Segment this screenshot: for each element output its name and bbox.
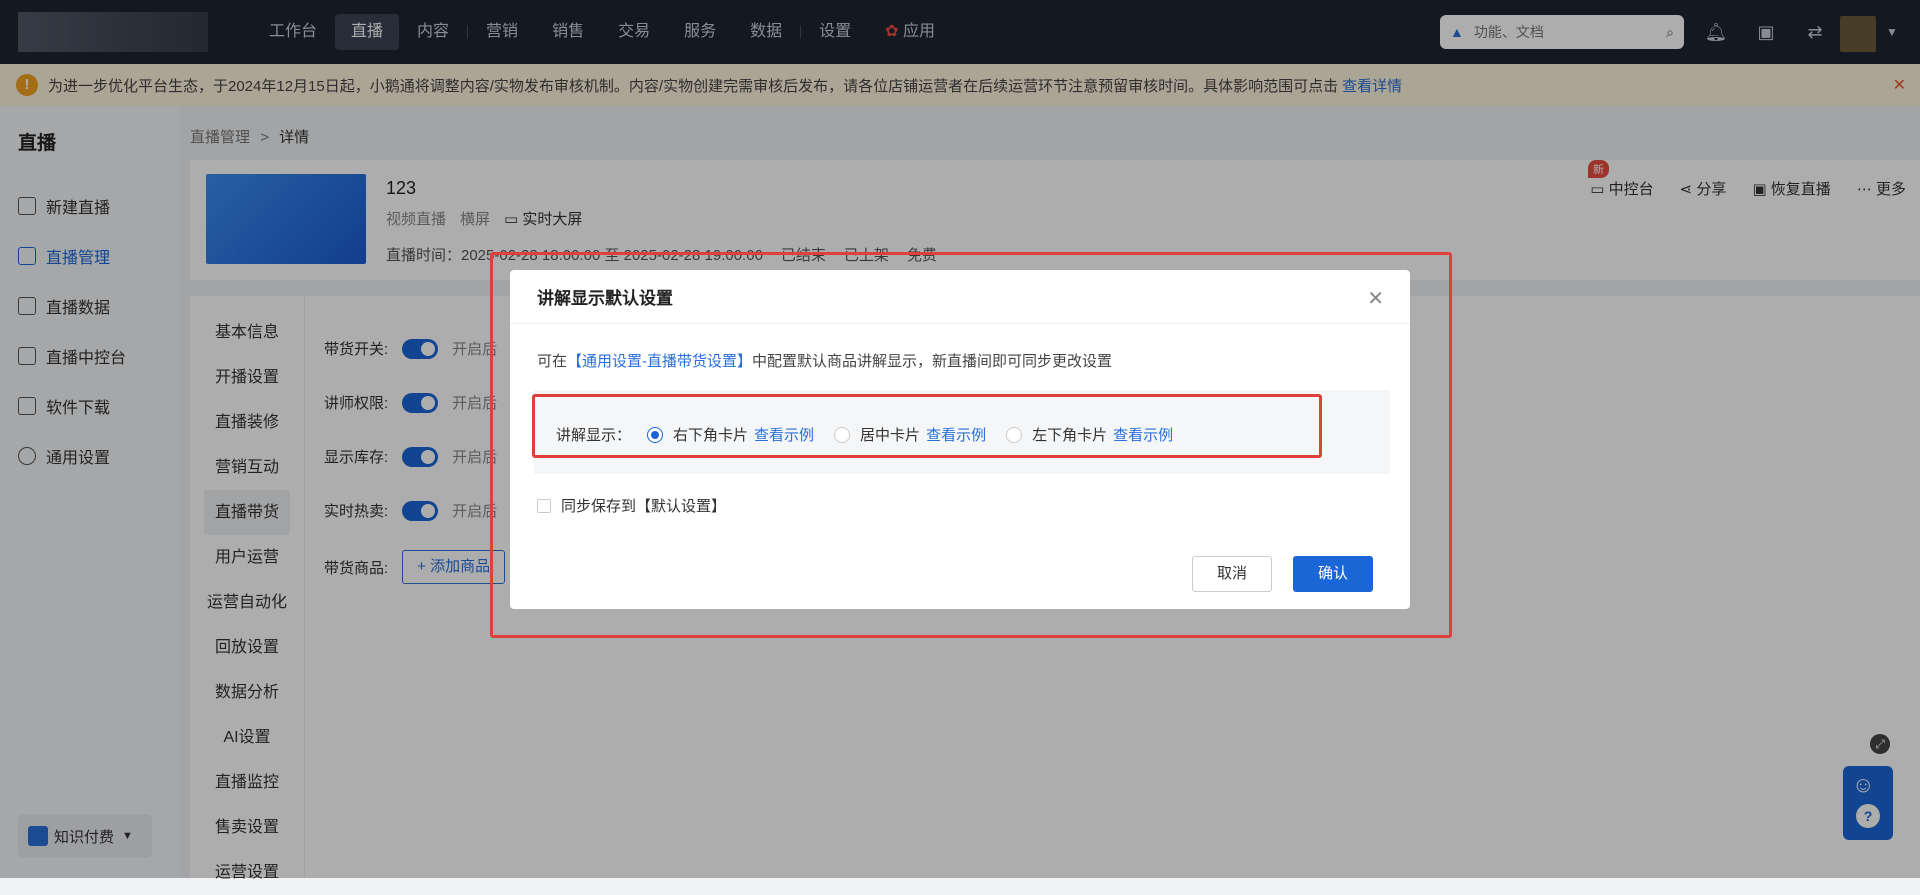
checkbox[interactable] xyxy=(537,498,551,513)
settings-link[interactable]: 【通用设置-直播带货设置】 xyxy=(567,353,752,370)
display-label: 讲解显示： xyxy=(556,427,632,444)
sync-default-checkbox[interactable]: 同步保存到【默认设置】 xyxy=(537,495,726,516)
option-label: 左下角卡片 xyxy=(1032,427,1108,444)
explain-display-dialog: 讲解显示默认设置 ✕ 可在【通用设置-直播带货设置】中配置默认商品讲解显示，新直… xyxy=(510,270,1410,609)
view-example-link[interactable]: 查看示例 xyxy=(754,424,814,445)
display-options: 讲解显示： 右下角卡片 查看示例 居中卡片 查看示例 左下角卡片 查看示例 xyxy=(556,424,1193,445)
radio-button[interactable] xyxy=(1006,426,1023,443)
close-icon[interactable]: ✕ xyxy=(1367,286,1384,311)
view-example-link[interactable]: 查看示例 xyxy=(1113,424,1173,445)
dialog-title: 讲解显示默认设置 xyxy=(510,270,1410,324)
cancel-button[interactable]: 取消 xyxy=(1192,556,1273,592)
desc-suffix: 中配置默认商品讲解显示，新直播间即可同步更改设置 xyxy=(752,353,1113,370)
desc-prefix: 可在 xyxy=(537,353,568,370)
option-bottom-right[interactable]: 右下角卡片 查看示例 xyxy=(647,424,814,445)
checkbox-label: 同步保存到【默认设置】 xyxy=(561,498,727,515)
option-label: 居中卡片 xyxy=(860,427,921,444)
confirm-button[interactable]: 确认 xyxy=(1293,556,1374,592)
view-example-link[interactable]: 查看示例 xyxy=(926,424,986,445)
radio-button[interactable] xyxy=(834,426,851,443)
dialog-description: 可在【通用设置-直播带货设置】中配置默认商品讲解显示，新直播间即可同步更改设置 xyxy=(537,350,1112,371)
option-center[interactable]: 居中卡片 查看示例 xyxy=(834,424,986,445)
option-label: 右下角卡片 xyxy=(673,427,749,444)
radio-button-checked[interactable] xyxy=(647,426,664,443)
option-bottom-left[interactable]: 左下角卡片 查看示例 xyxy=(1006,424,1173,445)
